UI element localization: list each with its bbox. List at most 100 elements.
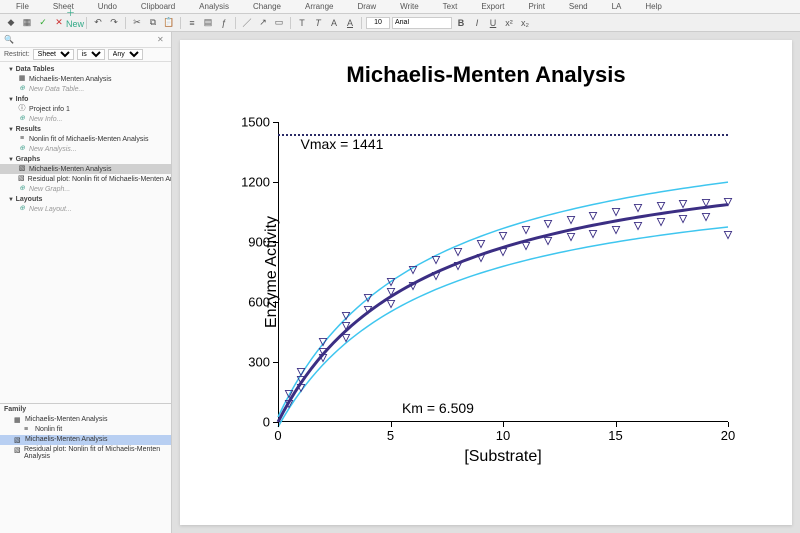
y-tick-label: 1200 <box>241 175 270 190</box>
tool-prism-icon[interactable]: ◆ <box>4 16 18 30</box>
tool-italic-icon[interactable]: I <box>470 16 484 30</box>
tool-draw-rect-icon[interactable]: ▭ <box>272 16 286 30</box>
data-point <box>285 390 294 399</box>
menu-print[interactable]: Print <box>528 2 544 11</box>
vmax-annotation[interactable]: Vmax = 1441 <box>301 136 384 152</box>
tool-new-icon[interactable]: ＋New ▾ <box>68 16 82 30</box>
family-item-icon: ≡ <box>24 426 32 434</box>
tool-paste-icon[interactable]: 📋 <box>162 16 176 30</box>
menu-help[interactable]: Help <box>645 2 661 11</box>
restrict-value[interactable]: Any <box>108 49 143 60</box>
nav-item[interactable]: ⊕New Info... <box>0 114 171 124</box>
nav-item-icon: ▦ <box>18 75 26 83</box>
data-point <box>499 232 508 241</box>
chart-title[interactable]: Michaelis-Menten Analysis <box>346 62 625 88</box>
nav-item[interactable]: ▧Residual plot: Nonlin fit of Michaelis-… <box>0 174 171 184</box>
family-item-icon: ▧ <box>14 446 21 454</box>
nav-item[interactable]: ▦Michaelis-Menten Analysis <box>0 74 171 84</box>
family-item[interactable]: ≡Nonlin fit <box>0 425 171 435</box>
data-point <box>296 384 305 393</box>
tool-draw-arrow-icon[interactable]: ↗ <box>256 16 270 30</box>
nav-item[interactable]: ⊕New Graph... <box>0 184 171 194</box>
tool-analyze-icon[interactable]: ≡ <box>185 16 199 30</box>
tool-underline-icon[interactable]: U <box>486 16 500 30</box>
menu-write[interactable]: Write <box>400 2 419 11</box>
tool-text-icon[interactable]: T <box>295 16 309 30</box>
data-point <box>611 226 620 235</box>
nav-item-icon: ▧ <box>18 165 26 173</box>
tool-redo-icon[interactable]: ↷ <box>107 16 121 30</box>
y-tick-label: 0 <box>263 415 270 430</box>
family-item[interactable]: ▦Michaelis-Menten Analysis <box>0 415 171 425</box>
menu-arrange[interactable]: Arrange <box>305 2 333 11</box>
nav-item-label: New Data Table... <box>29 86 84 93</box>
x-tick-label: 15 <box>608 428 622 443</box>
family-item-icon: ▧ <box>14 436 22 444</box>
menu-change[interactable]: Change <box>253 2 281 11</box>
tool-fx-icon[interactable]: ƒ <box>217 16 231 30</box>
data-point <box>701 213 710 222</box>
font-size-input[interactable] <box>366 17 390 29</box>
tool-text-t-icon[interactable]: T <box>311 16 325 30</box>
menu-send[interactable]: Send <box>569 2 588 11</box>
x-axis-label[interactable]: [Substrate] <box>464 448 541 466</box>
tool-cut-icon[interactable]: ✂ <box>130 16 144 30</box>
tool-copy-icon[interactable]: ⧉ <box>146 16 160 30</box>
nav-item-label: Residual plot: Nonlin fit of Michaelis-M… <box>28 176 171 183</box>
plot-area[interactable]: Enzyme Activity [Substrate] 030060090012… <box>278 122 728 422</box>
menu-analysis[interactable]: Analysis <box>199 2 229 11</box>
menu-clipboard[interactable]: Clipboard <box>141 2 175 11</box>
nav-item[interactable]: ▧Michaelis-Menten Analysis <box>0 164 171 174</box>
tool-check-icon[interactable]: ✓ <box>36 16 50 30</box>
menu-undo[interactable]: Undo <box>98 2 117 11</box>
menu-draw[interactable]: Draw <box>357 2 376 11</box>
family-item-label: Michaelis-Menten Analysis <box>25 416 107 424</box>
menu-text[interactable]: Text <box>443 2 458 11</box>
toolbar: ◆ ▦ ✓ ✕ ＋New ▾ ↶ ↷ ✂ ⧉ 📋 ≡ ▤ ƒ ／ ↗ ▭ T T… <box>0 14 800 32</box>
nav-item-icon: ⊕ <box>18 185 26 193</box>
nav-item[interactable]: ⊕New Analysis... <box>0 144 171 154</box>
family-header: Family <box>0 404 171 415</box>
nav-section[interactable]: Info <box>0 94 171 104</box>
font-name-select[interactable] <box>392 17 452 29</box>
restrict-field[interactable]: Sheet <box>33 49 74 60</box>
tool-table-icon[interactable]: ▦ <box>20 16 34 30</box>
nav-item[interactable]: ⊕New Layout... <box>0 204 171 214</box>
nav-section[interactable]: Data Tables <box>0 64 171 74</box>
nav-item-icon: ⊕ <box>18 145 26 153</box>
nav-section[interactable]: Graphs <box>0 154 171 164</box>
search-clear-icon[interactable]: ✕ <box>157 35 167 45</box>
x-tick <box>728 422 729 427</box>
nav-item[interactable]: ≡Nonlin fit of Michaelis-Menten Analysis <box>0 134 171 144</box>
graph-page[interactable]: Michaelis-Menten Analysis Enzyme Activit… <box>180 40 792 525</box>
restrict-op[interactable]: is <box>77 49 105 60</box>
search-icon: 🔍 <box>4 35 14 45</box>
menu-la[interactable]: LA <box>612 2 622 11</box>
search-input[interactable] <box>14 35 157 44</box>
nav-item-label: Michaelis-Menten Analysis <box>29 166 111 173</box>
menu-export[interactable]: Export <box>481 2 504 11</box>
tool-font-color-icon[interactable]: A <box>343 16 357 30</box>
tool-bold-icon[interactable]: B <box>454 16 468 30</box>
data-point <box>341 334 350 343</box>
tool-sub-icon[interactable]: x₂ <box>518 16 532 30</box>
tool-draw-line-icon[interactable]: ／ <box>240 16 254 30</box>
tool-sup-icon[interactable]: x² <box>502 16 516 30</box>
data-point <box>285 400 294 409</box>
data-point <box>319 338 328 347</box>
menu-file[interactable]: File <box>16 2 29 11</box>
nav-item[interactable]: ⓘProject info 1 <box>0 104 171 114</box>
data-point <box>296 368 305 377</box>
nav-item[interactable]: ⊕New Data Table... <box>0 84 171 94</box>
tool-x-icon[interactable]: ✕ <box>52 16 66 30</box>
nav-section[interactable]: Results <box>0 124 171 134</box>
data-point <box>364 306 373 315</box>
family-item[interactable]: ▧Michaelis-Menten Analysis <box>0 435 171 445</box>
tool-font-a-icon[interactable]: A <box>327 16 341 30</box>
tool-undo-icon[interactable]: ↶ <box>91 16 105 30</box>
tool-grid-icon[interactable]: ▤ <box>201 16 215 30</box>
family-item[interactable]: ▧Residual plot: Nonlin fit of Michaelis-… <box>0 445 171 461</box>
km-annotation[interactable]: Km = 6.509 <box>402 400 474 416</box>
nav-section[interactable]: Layouts <box>0 194 171 204</box>
y-tick-label: 1500 <box>241 115 270 130</box>
